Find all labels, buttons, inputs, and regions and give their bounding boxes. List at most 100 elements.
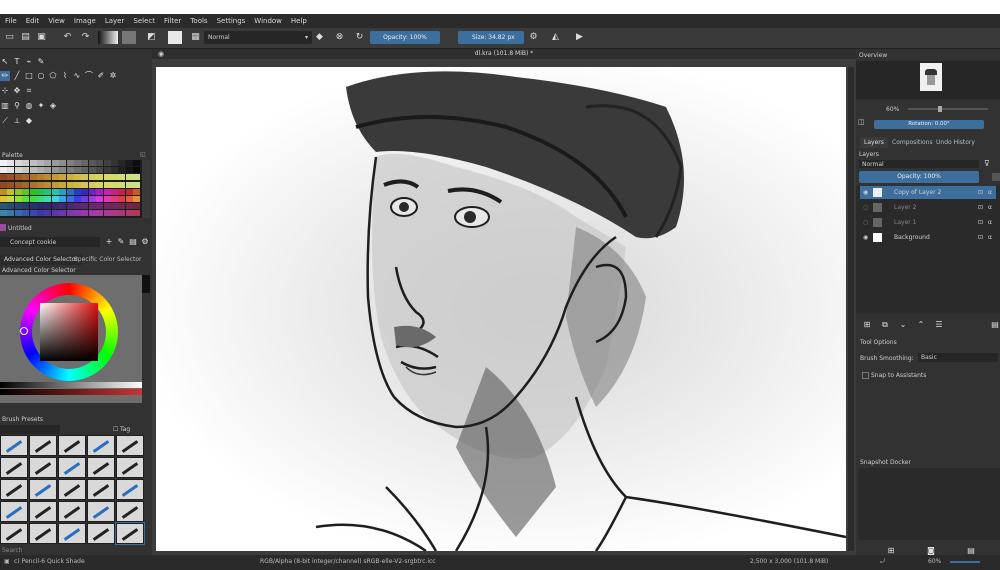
brush-preset[interactable] <box>87 501 115 522</box>
palette-swatch[interactable] <box>59 174 67 181</box>
brush-preset[interactable] <box>87 479 115 500</box>
status-brush-name[interactable]: c) Pencil-6 Quick Shade <box>14 558 85 565</box>
palette-swatch[interactable] <box>7 174 15 181</box>
palette-swatch[interactable] <box>37 196 44 202</box>
assistant-tool-icon[interactable]: ⟋ <box>0 116 10 126</box>
palette-swatch[interactable] <box>29 210 37 217</box>
palette-swatch[interactable] <box>88 210 96 217</box>
brush-preset[interactable] <box>29 501 57 522</box>
palette-swatch[interactable] <box>74 160 81 166</box>
palette-swatch[interactable] <box>66 210 74 217</box>
brush-preset[interactable] <box>0 523 28 544</box>
menu-filter[interactable]: Filter <box>164 17 181 25</box>
palette-swatch[interactable] <box>14 203 22 210</box>
import-palette-icon[interactable]: ▤ <box>128 237 138 247</box>
palette-swatch[interactable] <box>0 196 7 202</box>
palette-swatch[interactable] <box>133 174 141 181</box>
palette-swatch[interactable] <box>103 167 111 174</box>
palette-swatch[interactable] <box>81 181 89 188</box>
menu-view[interactable]: View <box>48 17 65 25</box>
palette-swatch[interactable] <box>22 196 30 202</box>
ellipse-tool-icon[interactable]: ○ <box>36 71 46 81</box>
brush-preset[interactable] <box>115 522 145 545</box>
brush-preset[interactable] <box>58 457 86 478</box>
visibility-off-icon[interactable]: ○ <box>863 216 868 229</box>
palette-swatch[interactable] <box>22 181 30 188</box>
line-tool-icon[interactable]: ╱ <box>12 71 22 81</box>
palette-swatch[interactable] <box>51 196 59 202</box>
pattern-swatch[interactable] <box>122 31 136 44</box>
palette-swatch[interactable] <box>7 160 15 166</box>
palette-swatch[interactable] <box>7 167 15 174</box>
select-tool-icon[interactable]: ↖ <box>0 57 10 67</box>
palette-swatch[interactable] <box>133 210 141 217</box>
alpha-icon[interactable]: α <box>988 186 992 199</box>
palette-swatch[interactable] <box>81 174 89 181</box>
rectangle-tool-icon[interactable]: □ <box>24 71 34 81</box>
palette-swatch[interactable] <box>111 188 118 195</box>
colorize-mask-tool-icon[interactable]: ◍ <box>24 101 34 111</box>
palette-swatch[interactable] <box>81 196 89 202</box>
palette-swatch[interactable] <box>118 210 126 217</box>
palette-swatch[interactable] <box>0 174 7 181</box>
palette-swatch[interactable] <box>103 188 111 195</box>
palette-swatch[interactable] <box>22 203 30 210</box>
palette-swatch[interactable] <box>51 181 59 188</box>
palette-swatch[interactable] <box>14 196 22 202</box>
duplicate-layer-icon[interactable]: ⧉ <box>880 320 890 330</box>
palette-swatch[interactable] <box>111 174 118 181</box>
freehand-brush-tool-icon[interactable]: ✏ <box>0 71 10 81</box>
brush-preset[interactable] <box>0 457 28 478</box>
add-layer-icon[interactable]: ⊞ <box>862 320 872 330</box>
palette-swatch[interactable] <box>74 181 81 188</box>
palette-swatch[interactable] <box>7 203 15 210</box>
menu-image[interactable]: Image <box>74 17 96 25</box>
fill-tool-icon[interactable]: ◈ <box>48 101 58 111</box>
palette-swatch[interactable] <box>44 196 52 202</box>
palette-swatch[interactable] <box>81 210 89 217</box>
menu-settings[interactable]: Settings <box>217 17 246 25</box>
palette-swatch[interactable] <box>37 167 44 174</box>
layer-row-layer-1[interactable]: ○ Layer 1 ⊡ α <box>860 216 996 229</box>
palette-swatch[interactable] <box>111 196 118 202</box>
palette-swatch[interactable] <box>96 167 104 174</box>
palette-swatch[interactable] <box>103 210 111 217</box>
brush-preset[interactable] <box>116 435 144 456</box>
palette-swatch[interactable] <box>133 188 141 195</box>
palette-swatch[interactable] <box>14 174 22 181</box>
brush-preset[interactable] <box>87 457 115 478</box>
palette-swatch[interactable] <box>7 188 15 195</box>
palette-swatch[interactable] <box>103 181 111 188</box>
palette-swatch[interactable] <box>118 188 126 195</box>
palette-swatch[interactable] <box>37 181 44 188</box>
palette-swatch[interactable] <box>118 174 126 181</box>
move-tool-icon[interactable]: ✥ <box>12 86 22 96</box>
zoom-slider[interactable] <box>908 106 988 112</box>
color-picker-tool-icon[interactable]: ⚲ <box>12 101 22 111</box>
palette-swatch[interactable] <box>44 174 52 181</box>
open-folder-icon[interactable]: ▤ <box>20 32 31 43</box>
palette-swatch[interactable] <box>111 167 118 174</box>
palette-swatch[interactable] <box>133 203 141 210</box>
brush-preset[interactable] <box>58 523 86 544</box>
palette-swatch[interactable] <box>0 188 7 195</box>
reload-icon[interactable]: ↻ <box>354 32 365 43</box>
dock-float-icon[interactable]: ◱ <box>140 151 146 158</box>
palette-swatch[interactable] <box>118 203 126 210</box>
brush-preset[interactable] <box>116 457 144 478</box>
palette-swatch[interactable] <box>88 174 96 181</box>
palette-swatch[interactable] <box>59 210 67 217</box>
palette-swatch[interactable] <box>96 188 104 195</box>
palette-swatch[interactable] <box>29 188 37 195</box>
palette-swatch[interactable] <box>74 210 81 217</box>
menu-layer[interactable]: Layer <box>105 17 125 25</box>
palette-swatch[interactable] <box>74 167 81 174</box>
polygon-tool-icon[interactable]: ⬠ <box>48 71 58 81</box>
palette-swatch[interactable] <box>96 210 104 217</box>
palette-swatch[interactable] <box>118 160 126 166</box>
palette-swatch[interactable] <box>7 196 15 202</box>
palette-swatch[interactable] <box>66 174 74 181</box>
palette-swatch[interactable] <box>111 203 118 210</box>
canvas-vertical-scrollbar[interactable] <box>848 67 854 551</box>
palette-swatch[interactable] <box>125 160 133 166</box>
